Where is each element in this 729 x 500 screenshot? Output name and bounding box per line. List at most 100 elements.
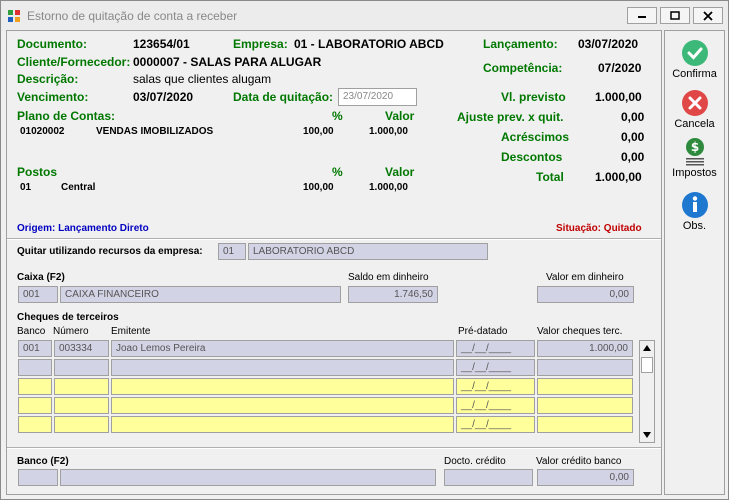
cheque-valor[interactable] <box>537 359 633 376</box>
documento-value: 123654/01 <box>133 37 190 51</box>
cheque-emitente[interactable] <box>111 359 454 376</box>
total-value: 1.000,00 <box>595 170 642 184</box>
documento-label: Documento: <box>17 37 87 51</box>
col-emitente: Emitente <box>111 326 151 337</box>
quitar-empresa-name[interactable]: LABORATORIO ABCD <box>248 243 488 260</box>
col-valor: Valor cheques terc. <box>537 326 623 337</box>
cheque-banco[interactable] <box>18 416 52 433</box>
cheque-predatado[interactable]: __/__/____ <box>456 340 535 357</box>
caixa-label: Caixa (F2) <box>17 272 65 283</box>
vencimento-value: 03/07/2020 <box>133 90 194 104</box>
data-quitacao-label: Data de quitação: <box>233 90 334 104</box>
acrescimos-label: Acréscimos <box>501 130 570 144</box>
cliente-label: Cliente/Fornecedor: <box>17 55 131 69</box>
caixa-code[interactable]: 001 <box>18 286 58 303</box>
postos-label: Postos <box>17 165 58 179</box>
acrescimos-value: 0,00 <box>621 130 645 144</box>
close-icon <box>703 10 713 21</box>
confirma-button[interactable]: Confirma <box>665 39 724 80</box>
maximize-button[interactable] <box>660 7 690 24</box>
money-icon: $ <box>685 138 704 166</box>
banco-name[interactable] <box>60 469 436 486</box>
scroll-thumb[interactable] <box>641 357 653 373</box>
cheque-numero[interactable] <box>54 359 109 376</box>
window-title: Estorno de quitação de conta a receber <box>27 9 238 23</box>
confirma-label: Confirma <box>672 68 717 80</box>
cheque-predatado[interactable]: __/__/____ <box>456 397 535 414</box>
title-bar: Estorno de quitação de conta a receber <box>1 1 728 31</box>
saldo-label: Saldo em dinheiro <box>348 272 429 283</box>
vl-previsto-value: 1.000,00 <box>595 90 642 104</box>
cliente-value: 0000007 - SALAS PARA ALUGAR <box>133 55 322 69</box>
impostos-button[interactable]: $ Impostos <box>665 137 724 179</box>
saldo-value: 1.746,50 <box>348 286 438 303</box>
cheque-valor[interactable] <box>537 397 633 414</box>
cheques-label: Cheques de terceiros <box>17 312 119 323</box>
lancamento-label: Lançamento: <box>483 37 558 51</box>
cheques-scrollbar[interactable] <box>639 340 655 443</box>
postos-valor-header: Valor <box>385 165 415 179</box>
main-panel: Documento: 123654/01 Empresa: 01 - LABOR… <box>6 30 662 495</box>
cheque-emitente[interactable]: Joao Lemos Pereira <box>111 340 454 357</box>
plano-pct-header: % <box>332 109 343 123</box>
plano-pct: 100,00 <box>303 126 334 137</box>
cheque-banco[interactable] <box>18 397 52 414</box>
valor-dinheiro-field[interactable]: 0,00 <box>537 286 634 303</box>
quitar-label: Quitar utilizando recursos da empresa: <box>17 246 203 257</box>
check-icon <box>681 40 708 66</box>
cheque-emitente[interactable] <box>111 397 454 414</box>
caixa-name[interactable]: CAIXA FINANCEIRO <box>60 286 341 303</box>
empresa-value: 01 - LABORATORIO ABCD <box>294 37 444 51</box>
competencia-label: Competência: <box>483 61 563 75</box>
cheque-numero[interactable]: 003334 <box>54 340 109 357</box>
descontos-value: 0,00 <box>621 150 645 164</box>
obs-label: Obs. <box>682 220 707 232</box>
cheque-emitente[interactable] <box>111 416 454 433</box>
situacao-text: Situação: Quitado <box>556 223 642 234</box>
cheque-predatado[interactable]: __/__/____ <box>456 416 535 433</box>
descricao-label: Descrição: <box>17 72 79 86</box>
lancamento-value: 03/07/2020 <box>578 37 639 51</box>
total-label: Total <box>536 170 564 184</box>
minimize-button[interactable] <box>627 7 657 24</box>
cheque-emitente[interactable] <box>111 378 454 395</box>
cheque-numero[interactable] <box>54 397 109 414</box>
cheque-valor[interactable]: 1.000,00 <box>537 340 633 357</box>
empresa-label: Empresa: <box>233 37 288 51</box>
valor-credito-field[interactable]: 0,00 <box>537 469 634 486</box>
cheque-banco[interactable] <box>18 378 52 395</box>
scroll-up-icon[interactable] <box>643 345 651 351</box>
docto-credito-field[interactable] <box>444 469 533 486</box>
cancel-icon <box>681 90 708 116</box>
close-button[interactable] <box>693 7 723 24</box>
cheque-banco[interactable]: 001 <box>18 340 52 357</box>
cheque-numero[interactable] <box>54 378 109 395</box>
cheque-valor[interactable] <box>537 378 633 395</box>
plano-name: VENDAS IMOBILIZADOS <box>96 126 214 137</box>
cheque-numero[interactable] <box>54 416 109 433</box>
scroll-down-icon[interactable] <box>643 432 651 438</box>
cheque-predatado[interactable]: __/__/____ <box>456 378 535 395</box>
cancela-button[interactable]: Cancela <box>665 89 724 130</box>
svg-text:$: $ <box>690 140 698 154</box>
quitar-empresa-code[interactable]: 01 <box>218 243 246 260</box>
postos-name: Central <box>61 182 96 193</box>
cheque-predatado[interactable]: __/__/____ <box>456 359 535 376</box>
plano-valor: 1.000,00 <box>369 126 408 137</box>
maximize-icon <box>670 10 680 20</box>
descricao-value: salas que clientes alugam <box>133 72 272 86</box>
ajuste-label: Ajuste prev. x quit. <box>457 110 564 124</box>
app-logo-icon <box>8 10 20 22</box>
obs-button[interactable]: Obs. <box>665 191 724 232</box>
cheque-valor[interactable] <box>537 416 633 433</box>
ajuste-value: 0,00 <box>621 110 645 124</box>
banco-code[interactable] <box>18 469 58 486</box>
postos-code: 01 <box>20 182 32 193</box>
postos-pct-header: % <box>332 165 343 179</box>
cheque-banco[interactable] <box>18 359 52 376</box>
vl-previsto-label: Vl. previsto <box>501 90 566 104</box>
data-quitacao-field[interactable]: 23/07/2020 <box>338 88 417 106</box>
minimize-icon <box>638 15 646 18</box>
col-numero: Número <box>53 326 89 337</box>
plano-valor-header: Valor <box>385 109 415 123</box>
